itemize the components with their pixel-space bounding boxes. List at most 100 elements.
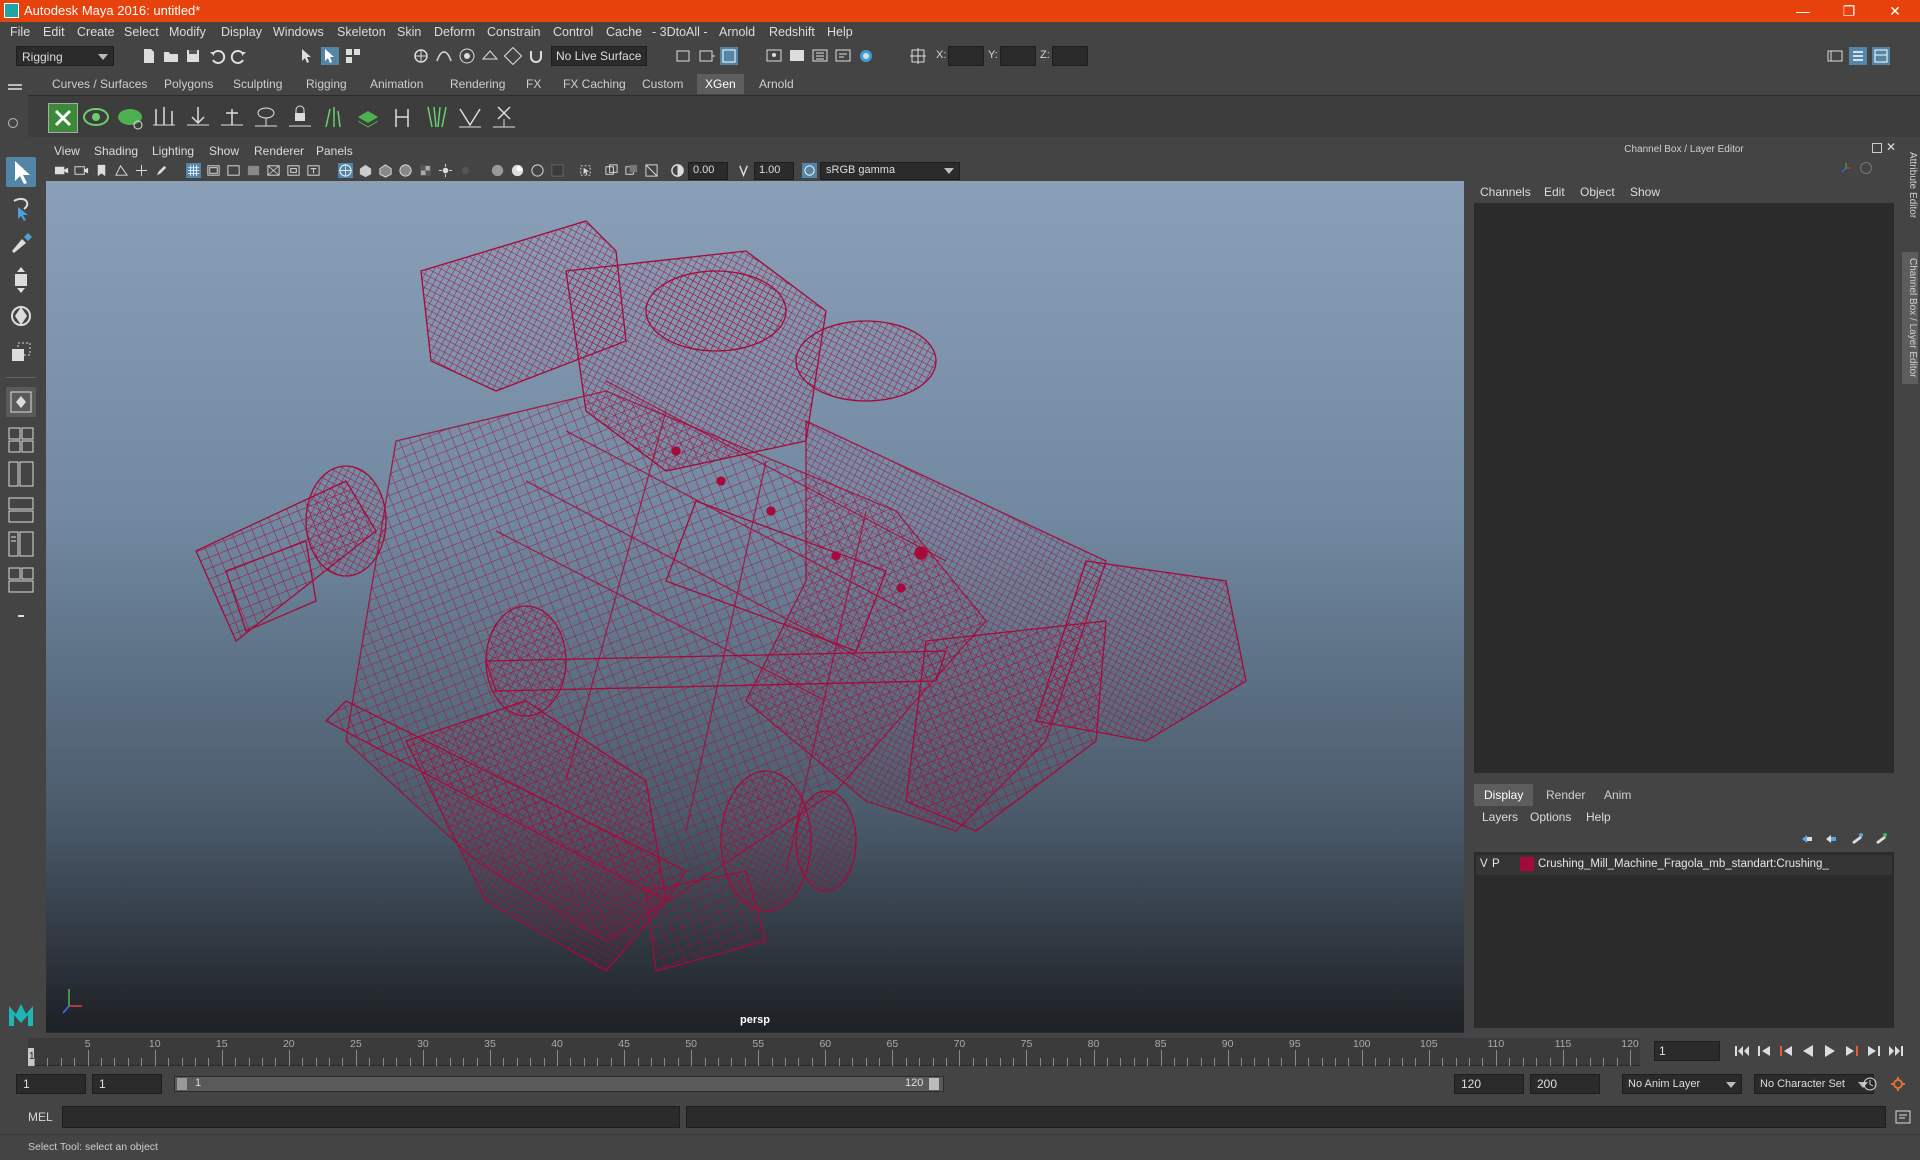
tab-sculpting[interactable]: Sculpting (225, 74, 290, 94)
layer-playback-toggle[interactable]: P (1492, 858, 1500, 870)
render-settings-icon[interactable] (834, 47, 852, 65)
output-ops-icon[interactable] (697, 47, 715, 65)
construction-history-icon[interactable] (720, 47, 738, 65)
select-component-icon[interactable] (344, 47, 362, 65)
menu-display[interactable]: Display (221, 25, 262, 39)
viewport-menu-view[interactable]: View (54, 144, 80, 158)
hypershade-persp-layout-icon[interactable] (6, 529, 36, 559)
image-plane-icon[interactable] (114, 163, 129, 178)
command-language-label[interactable]: MEL (28, 1110, 53, 1124)
persp-outliner-layout-icon[interactable] (6, 459, 36, 489)
modeling-toolkit-icon[interactable] (1826, 47, 1844, 65)
layer-row[interactable]: V P Crushing_Mill_Machine_Fragola_mb_sta… (1476, 855, 1892, 875)
tab-custom[interactable]: Custom (634, 74, 691, 94)
xgen-grass-icon[interactable] (320, 103, 348, 131)
motion-blur-icon[interactable] (510, 163, 525, 178)
snap-point-icon[interactable] (458, 47, 476, 65)
tab-polygons[interactable]: Polygons (156, 74, 221, 94)
channel-menu-show[interactable]: Show (1630, 185, 1660, 199)
move-tool-icon[interactable] (6, 265, 36, 295)
tab-xgen[interactable]: XGen (697, 74, 744, 94)
shelf-settings-icon[interactable] (8, 118, 18, 128)
safe-title-icon[interactable] (306, 163, 321, 178)
range-slider[interactable]: 1 120 (174, 1076, 944, 1092)
snap-view-plane-icon[interactable] (481, 47, 499, 65)
snap-grid-icon[interactable] (412, 47, 430, 65)
grease-pencil-icon[interactable] (154, 163, 169, 178)
tab-animation[interactable]: Animation (362, 74, 431, 94)
animation-start-field[interactable]: 1 (16, 1074, 86, 1094)
xgen-delete-guides-icon[interactable] (490, 103, 518, 131)
menu-arnold[interactable]: Arnold (719, 25, 755, 39)
playback-start-field[interactable]: 1 (92, 1074, 162, 1094)
character-set-dropdown[interactable]: No Character Set (1754, 1074, 1874, 1094)
select-object-icon[interactable] (321, 47, 339, 65)
gamma-icon[interactable] (736, 163, 751, 178)
xray-joints-icon[interactable] (624, 163, 639, 178)
script-editor-icon[interactable] (1894, 1108, 1912, 1126)
camera-select-icon[interactable] (54, 163, 69, 178)
channel-box-toggle-icon[interactable] (1872, 47, 1890, 65)
play-backwards-icon[interactable] (1800, 1044, 1816, 1058)
step-forward-frame-icon[interactable] (1844, 1044, 1860, 1058)
xgen-sculpt-guide-icon[interactable] (184, 103, 212, 131)
channel-menu-object[interactable]: Object (1580, 185, 1615, 199)
auto-key-icon[interactable] (1860, 162, 1872, 174)
range-start-handle[interactable] (177, 1078, 187, 1090)
outliner-layout-icon[interactable] (6, 565, 36, 595)
tab-rigging[interactable]: Rigging (298, 74, 355, 94)
layer-visibility-toggle[interactable]: V (1480, 858, 1488, 870)
animation-end-field[interactable]: 200 (1530, 1074, 1600, 1094)
tab-curves-surfaces[interactable]: Curves / Surfaces (44, 74, 155, 94)
shaded-wireframe-icon[interactable] (398, 163, 413, 178)
resolution-gate-icon[interactable] (226, 163, 241, 178)
menu-skeleton[interactable]: Skeleton (337, 25, 386, 39)
step-back-frame-icon[interactable] (1778, 1044, 1794, 1058)
gate-mask-icon[interactable] (246, 163, 261, 178)
transform-mode-icon[interactable] (909, 47, 927, 65)
close-button[interactable]: ✕ (1872, 0, 1918, 22)
scale-tool-icon[interactable] (6, 337, 36, 367)
anti-aliasing-icon[interactable] (530, 163, 545, 178)
new-empty-layer-icon[interactable] (1850, 832, 1864, 846)
open-scene-icon[interactable] (162, 47, 180, 65)
xgen-preview-icon[interactable] (82, 103, 110, 131)
tab-arnold[interactable]: Arnold (751, 74, 802, 94)
exposure-icon[interactable] (670, 163, 685, 178)
move-layer-up-icon[interactable] (1800, 832, 1814, 846)
new-layer-from-selected-icon[interactable] (1874, 832, 1888, 846)
attribute-editor-toggle-icon[interactable] (1849, 47, 1867, 65)
film-gate-icon[interactable] (206, 163, 221, 178)
step-forward-key-icon[interactable] (1866, 1044, 1882, 1058)
layer-menu-help[interactable]: Help (1586, 810, 1611, 824)
layer-color-swatch[interactable] (1520, 857, 1534, 871)
tab-attribute-editor[interactable]: Attribute Editor (1902, 152, 1918, 218)
snap-curve-icon[interactable] (435, 47, 453, 65)
ipr-render-icon[interactable] (811, 47, 829, 65)
move-layer-down-icon[interactable] (1824, 832, 1838, 846)
menu-skin[interactable]: Skin (397, 25, 421, 39)
float-panel-icon[interactable] (1872, 143, 1882, 153)
more-layouts-icon[interactable] (6, 601, 36, 631)
menu-modify[interactable]: Modify (169, 25, 206, 39)
camera-attributes-icon[interactable] (74, 163, 89, 178)
wireframe-shading-icon[interactable] (338, 163, 353, 178)
menu-control[interactable]: Control (553, 25, 593, 39)
color-space-dropdown[interactable]: sRGB gamma (820, 162, 960, 180)
live-surface-field[interactable]: No Live Surface (551, 46, 647, 66)
viewport-menu-shading[interactable]: Shading (94, 144, 138, 158)
xgen-cut-icon[interactable] (456, 103, 484, 131)
xgen-guide-visibility-icon[interactable] (252, 103, 280, 131)
xgen-add-guide-icon[interactable] (150, 103, 178, 131)
xgen-groom-icon[interactable] (354, 103, 382, 131)
select-tool-icon[interactable] (6, 157, 36, 187)
undo-icon[interactable] (208, 47, 226, 65)
all-lights-icon[interactable] (438, 163, 453, 178)
channel-box-area[interactable] (1474, 203, 1894, 773)
rotate-tool-icon[interactable] (6, 301, 36, 331)
viewport-menu-lighting[interactable]: Lighting (152, 144, 194, 158)
depth-of-field-icon[interactable] (550, 163, 565, 178)
y-coordinate-field[interactable] (1000, 46, 1036, 66)
tab-fx[interactable]: FX (518, 74, 549, 94)
time-slider[interactable]: 5 10 15 20 25 30 35 40 45 50 55 60 65 70 75 80 85 90 95 100… (28, 1038, 1640, 1066)
